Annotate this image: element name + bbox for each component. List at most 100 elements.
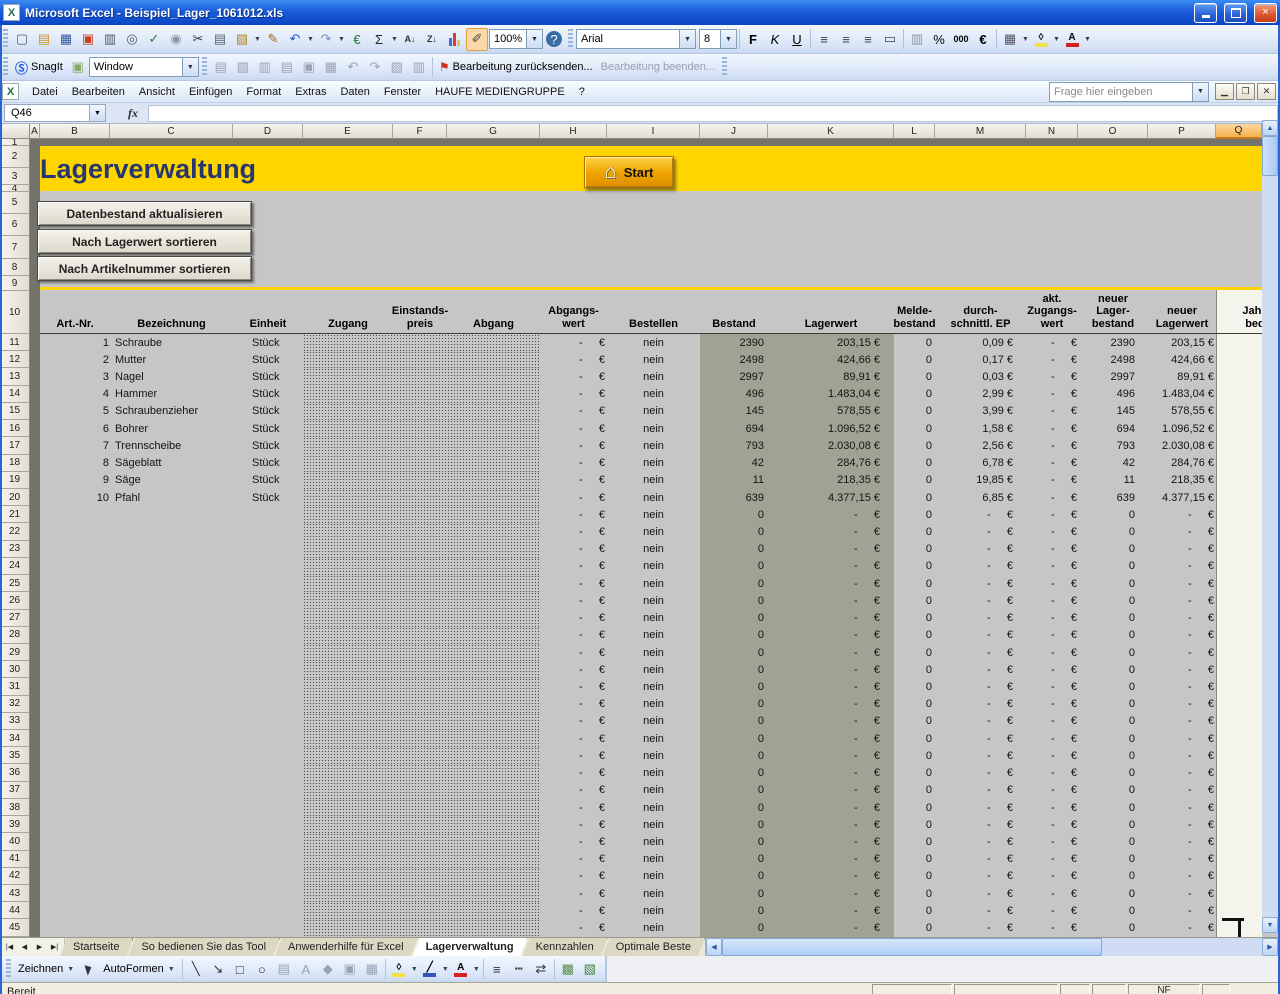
cell-einstandspreis[interactable] — [393, 799, 447, 816]
cell-einstandspreis[interactable] — [393, 541, 447, 558]
cell-zugang[interactable] — [303, 351, 393, 368]
row-header-25[interactable]: 25 — [0, 575, 30, 592]
cell-neuer-lagerwert[interactable]: -€ — [1148, 851, 1216, 868]
cell-neuer-lagerwert[interactable]: -€ — [1148, 816, 1216, 833]
cell-einheit[interactable] — [233, 713, 303, 730]
row-header-32[interactable]: 32 — [0, 696, 30, 713]
cell-bezeichnung[interactable] — [110, 523, 233, 540]
euro-style-icon[interactable]: € — [973, 29, 993, 50]
cell-neuer-lagerwert[interactable]: 578,55 € — [1148, 403, 1216, 420]
cell-artnr[interactable]: 4 — [40, 386, 110, 403]
cell-einstandspreis[interactable] — [393, 833, 447, 850]
cell-bestellen[interactable]: nein — [607, 678, 700, 695]
tab-kennzahlen[interactable]: Kennzahlen — [523, 938, 608, 956]
cell-neuer-lagerwert[interactable]: -€ — [1148, 610, 1216, 627]
cell-artnr[interactable] — [40, 747, 110, 764]
cell-abgangswert[interactable]: -€ — [540, 541, 607, 558]
align-left-icon[interactable]: ≡ — [814, 29, 834, 50]
cell-meldebestand[interactable]: 0 — [894, 799, 935, 816]
threed-style-icon[interactable]: ▧ — [580, 959, 600, 980]
cell-bestellen[interactable]: nein — [607, 799, 700, 816]
cell-abgang[interactable] — [447, 782, 540, 799]
restore-button[interactable] — [1224, 3, 1247, 23]
cell-abgang[interactable] — [447, 437, 540, 454]
cell-einstandspreis[interactable] — [393, 368, 447, 385]
cell-bestand[interactable]: 793 — [700, 437, 768, 454]
snagit-window-combo[interactable]: Window ▼ — [89, 57, 199, 77]
cell-einheit[interactable]: Stück — [233, 420, 303, 437]
column-header-K[interactable]: K — [768, 124, 894, 139]
column-header-M[interactable]: M — [935, 124, 1026, 139]
cell-bestellen[interactable]: nein — [607, 730, 700, 747]
cell-bestellen[interactable]: nein — [607, 523, 700, 540]
cell-abgang[interactable] — [447, 351, 540, 368]
cell-jahresbedarf[interactable] — [1216, 902, 1262, 919]
close-button[interactable]: × — [1254, 3, 1277, 23]
cell-jahresbedarf[interactable] — [1216, 558, 1262, 575]
cell-zugang[interactable] — [303, 592, 393, 609]
cell-neuer-lagerwert[interactable]: -€ — [1148, 575, 1216, 592]
cell-meldebestand[interactable]: 0 — [894, 782, 935, 799]
cell-durchschnittl-ep[interactable]: 0,03 € — [935, 368, 1026, 385]
menu-item-haufe-mediengruppe[interactable]: HAUFE MEDIENGRUPPE — [428, 84, 572, 100]
cell-artnr[interactable] — [40, 782, 110, 799]
cell-einstandspreis[interactable] — [393, 610, 447, 627]
cell-neuer-lagerbestand[interactable]: 0 — [1078, 868, 1148, 885]
cell-meldebestand[interactable]: 0 — [894, 420, 935, 437]
insert-function-icon[interactable]: fx — [128, 106, 138, 121]
cell-akt-zugangswert[interactable]: -€ — [1026, 368, 1078, 385]
horizontal-scroll-thumb[interactable] — [722, 938, 1102, 956]
row-header-13[interactable]: 13 — [0, 368, 30, 385]
refresh-data-button[interactable]: Datenbestand aktualisieren — [37, 201, 252, 226]
cell-jahresbedarf[interactable] — [1216, 782, 1262, 799]
last-sheet-icon[interactable]: ▶| — [47, 940, 62, 954]
cell-meldebestand[interactable]: 0 — [894, 885, 935, 902]
cell-abgang[interactable] — [447, 816, 540, 833]
tab-anwenderhilfe-für-excel[interactable]: Anwenderhilfe für Excel — [275, 938, 418, 956]
cell-einheit[interactable] — [233, 851, 303, 868]
cell-abgang[interactable] — [447, 747, 540, 764]
merge-center-icon[interactable]: ▭ — [880, 29, 900, 50]
cell-meldebestand[interactable]: 0 — [894, 592, 935, 609]
cell-durchschnittl-ep[interactable]: 2,56 € — [935, 437, 1026, 454]
cell-einheit[interactable]: Stück — [233, 351, 303, 368]
cell-jahresbedarf[interactable] — [1216, 799, 1262, 816]
cell-jahresbedarf[interactable] — [1216, 833, 1262, 850]
cell-durchschnittl-ep[interactable]: -€ — [935, 523, 1026, 540]
cell-zugang[interactable] — [303, 764, 393, 781]
cell-lagerwert[interactable]: -€ — [768, 730, 894, 747]
cell-einstandspreis[interactable] — [393, 885, 447, 902]
cell-bestand[interactable]: 42 — [700, 455, 768, 472]
shadow-style-icon[interactable]: ▩ — [558, 959, 578, 980]
cell-jahresbedarf[interactable] — [1216, 334, 1262, 351]
send-review-button[interactable]: ⚑ Bearbeitung zurücksenden... — [435, 57, 597, 77]
cell-zugang[interactable] — [303, 661, 393, 678]
cell-abgangswert[interactable]: -€ — [540, 592, 607, 609]
cell-neuer-lagerwert[interactable]: -€ — [1148, 730, 1216, 747]
cell-einheit[interactable] — [233, 747, 303, 764]
cell-bestellen[interactable]: nein — [607, 902, 700, 919]
cell-akt-zugangswert[interactable]: -€ — [1026, 437, 1078, 454]
cell-zugang[interactable] — [303, 368, 393, 385]
cell-einheit[interactable] — [233, 885, 303, 902]
cell-bestellen[interactable]: nein — [607, 403, 700, 420]
cell-einstandspreis[interactable] — [393, 678, 447, 695]
italic-icon[interactable]: K — [765, 29, 785, 50]
cell-bezeichnung[interactable] — [110, 575, 233, 592]
snagit-profile-icon[interactable]: ▣ — [68, 57, 88, 78]
chevron-down-icon[interactable]: ▼ — [1021, 29, 1030, 50]
cell-meldebestand[interactable]: 0 — [894, 523, 935, 540]
row-header-19[interactable]: 19 — [0, 472, 30, 489]
cell-einstandspreis[interactable] — [393, 472, 447, 489]
cell-bestand[interactable]: 694 — [700, 420, 768, 437]
cell-einstandspreis[interactable] — [393, 575, 447, 592]
cell-akt-zugangswert[interactable]: -€ — [1026, 713, 1078, 730]
cell-einheit[interactable]: Stück — [233, 403, 303, 420]
cell-einheit[interactable] — [233, 764, 303, 781]
cell-bestand[interactable]: 0 — [700, 610, 768, 627]
cell-bestellen[interactable]: nein — [607, 833, 700, 850]
row-header-42[interactable]: 42 — [0, 868, 30, 885]
cell-lagerwert[interactable]: -€ — [768, 799, 894, 816]
cell-abgang[interactable] — [447, 713, 540, 730]
cell-artnr[interactable] — [40, 575, 110, 592]
